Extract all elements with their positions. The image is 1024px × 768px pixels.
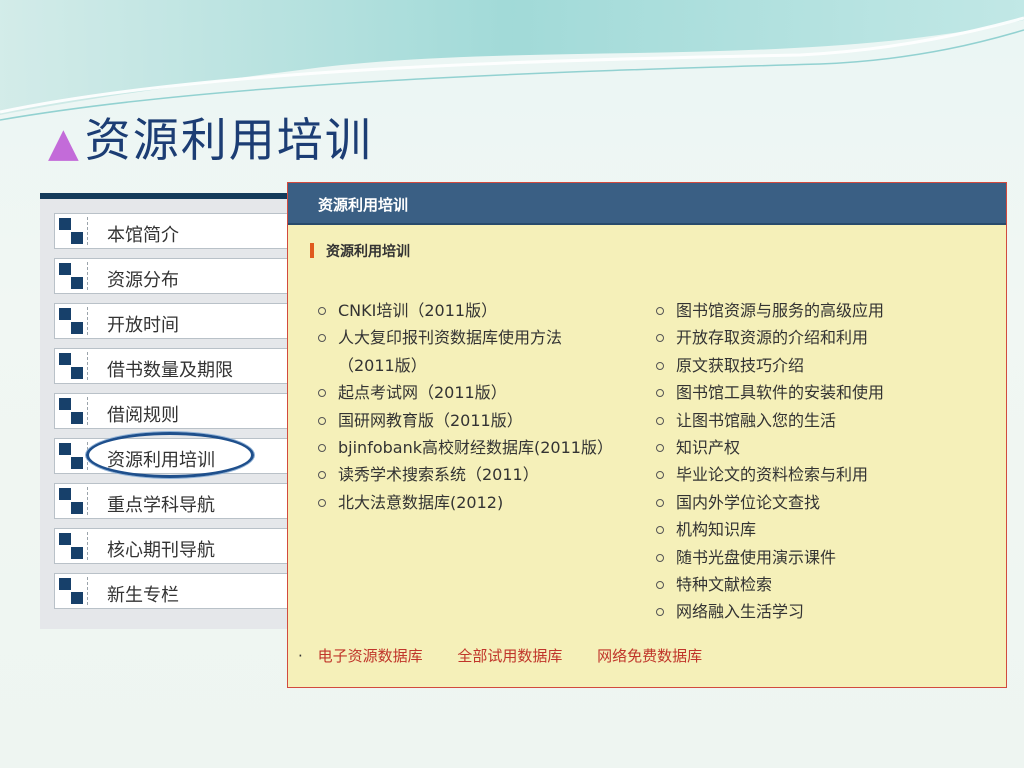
nav-square-icon xyxy=(59,353,83,381)
list-item[interactable]: 原文获取技巧介绍 xyxy=(656,352,996,379)
section-marker-icon xyxy=(310,243,314,258)
training-list-left: CNKI培训（2011版） 人大复印报刊资数据库使用方法 （2011版） 起点考… xyxy=(318,297,648,516)
link-electronic-databases[interactable]: 电子资源数据库 xyxy=(318,647,423,665)
nav-item-label: 开放时间 xyxy=(107,315,179,336)
nav-item-label: 资源分布 xyxy=(107,270,179,291)
list-item[interactable]: CNKI培训（2011版） xyxy=(318,297,648,324)
circle-bullet-icon xyxy=(318,498,326,507)
nav-square-icon xyxy=(59,488,83,516)
list-item[interactable]: 北大法意数据库(2012) xyxy=(318,489,648,516)
circle-bullet-icon xyxy=(656,471,664,480)
nav-item-resource-distribution[interactable]: 资源分布 xyxy=(54,258,296,294)
circle-bullet-icon xyxy=(656,416,664,425)
slide-title-text: 资源利用培训 xyxy=(84,113,373,167)
circle-bullet-icon xyxy=(318,334,326,343)
circle-bullet-icon xyxy=(656,553,664,562)
list-item[interactable]: 网络融入生活学习 xyxy=(656,598,996,625)
circle-bullet-icon xyxy=(318,307,326,315)
list-item[interactable]: 让图书馆融入您的生活 xyxy=(656,407,996,434)
list-item[interactable]: 国内外学位论文查找 xyxy=(656,489,996,516)
training-list-right: 图书馆资源与服务的高级应用 开放存取资源的介绍和利用 原文获取技巧介绍 图书馆工… xyxy=(656,297,996,626)
nav-item-label: 本馆简介 xyxy=(107,225,179,246)
list-item[interactable]: 知识产权 xyxy=(656,434,996,461)
triangle-marker-icon: ▲ xyxy=(48,120,81,166)
list-item[interactable]: 开放存取资源的介绍和利用 xyxy=(656,324,996,351)
selection-highlight-ring xyxy=(86,432,254,478)
list-item[interactable]: 图书馆资源与服务的高级应用 xyxy=(656,297,996,324)
link-free-databases[interactable]: 网络免费数据库 xyxy=(597,647,702,665)
nav-item-opening-hours[interactable]: 开放时间 xyxy=(54,303,296,339)
nav-square-icon xyxy=(59,578,83,606)
panel-header: 资源利用培训 xyxy=(288,183,1006,225)
list-item-continuation[interactable]: （2011版） xyxy=(318,352,648,379)
list-item[interactable]: 毕业论文的资料检索与利用 xyxy=(656,461,996,488)
nav-item-freshman-column[interactable]: 新生专栏 xyxy=(54,573,296,609)
nav-square-icon xyxy=(59,263,83,291)
list-item[interactable]: 国研网教育版（2011版） xyxy=(318,407,648,434)
circle-bullet-icon xyxy=(656,361,664,370)
section-title: 资源利用培训 xyxy=(310,241,410,261)
slide-title: ▲资源利用培训 xyxy=(48,104,373,170)
footer-bullet: · xyxy=(298,647,303,665)
nav-item-label: 重点学科导航 xyxy=(107,495,215,516)
list-item[interactable]: bjinfobank高校财经数据库(2011版） xyxy=(318,434,648,461)
footer-links: · 电子资源数据库 全部试用数据库 网络免费数据库 xyxy=(298,645,732,666)
nav-square-icon xyxy=(59,533,83,561)
nav-item-label: 核心期刊导航 xyxy=(107,540,215,561)
left-nav: 本馆简介 资源分布 开放时间 借书数量及期限 借阅规则 资源利用培训 重点学科导… xyxy=(40,193,296,629)
circle-bullet-icon xyxy=(318,389,326,398)
circle-bullet-icon xyxy=(656,581,664,590)
list-item[interactable]: 随书光盘使用演示课件 xyxy=(656,544,996,571)
nav-item-borrowing-rules[interactable]: 借阅规则 xyxy=(54,393,296,429)
circle-bullet-icon xyxy=(656,498,664,507)
content-panel: 资源利用培训 资源利用培训 CNKI培训（2011版） 人大复印报刊资数据库使用… xyxy=(287,182,1007,688)
nav-item-label: 新生专栏 xyxy=(107,585,179,606)
circle-bullet-icon xyxy=(656,444,664,453)
circle-bullet-icon xyxy=(656,526,664,535)
circle-bullet-icon xyxy=(656,389,664,398)
nav-item-label: 借阅规则 xyxy=(107,405,179,426)
nav-square-icon xyxy=(59,218,83,246)
circle-bullet-icon xyxy=(656,334,664,343)
list-item[interactable]: 读秀学术搜索系统（2011） xyxy=(318,461,648,488)
circle-bullet-icon xyxy=(318,444,326,453)
section-title-text: 资源利用培训 xyxy=(326,244,410,260)
nav-item-core-journals[interactable]: 核心期刊导航 xyxy=(54,528,296,564)
nav-item-borrowing-limits[interactable]: 借书数量及期限 xyxy=(54,348,296,384)
nav-square-icon xyxy=(59,398,83,426)
nav-square-icon xyxy=(59,443,83,471)
list-item[interactable]: 图书馆工具软件的安装和使用 xyxy=(656,379,996,406)
nav-item-library-intro[interactable]: 本馆简介 xyxy=(54,213,296,249)
nav-item-label: 借书数量及期限 xyxy=(107,360,233,381)
circle-bullet-icon xyxy=(656,608,664,617)
circle-bullet-icon xyxy=(318,416,326,425)
list-item[interactable]: 起点考试网（2011版） xyxy=(318,379,648,406)
list-item[interactable]: 人大复印报刊资数据库使用方法 xyxy=(318,324,648,351)
list-item[interactable]: 机构知识库 xyxy=(656,516,996,543)
nav-item-key-disciplines[interactable]: 重点学科导航 xyxy=(54,483,296,519)
list-item[interactable]: 特种文献检索 xyxy=(656,571,996,598)
circle-bullet-icon xyxy=(318,471,326,480)
link-trial-databases[interactable]: 全部试用数据库 xyxy=(457,647,562,665)
nav-square-icon xyxy=(59,308,83,336)
circle-bullet-icon xyxy=(656,307,664,315)
